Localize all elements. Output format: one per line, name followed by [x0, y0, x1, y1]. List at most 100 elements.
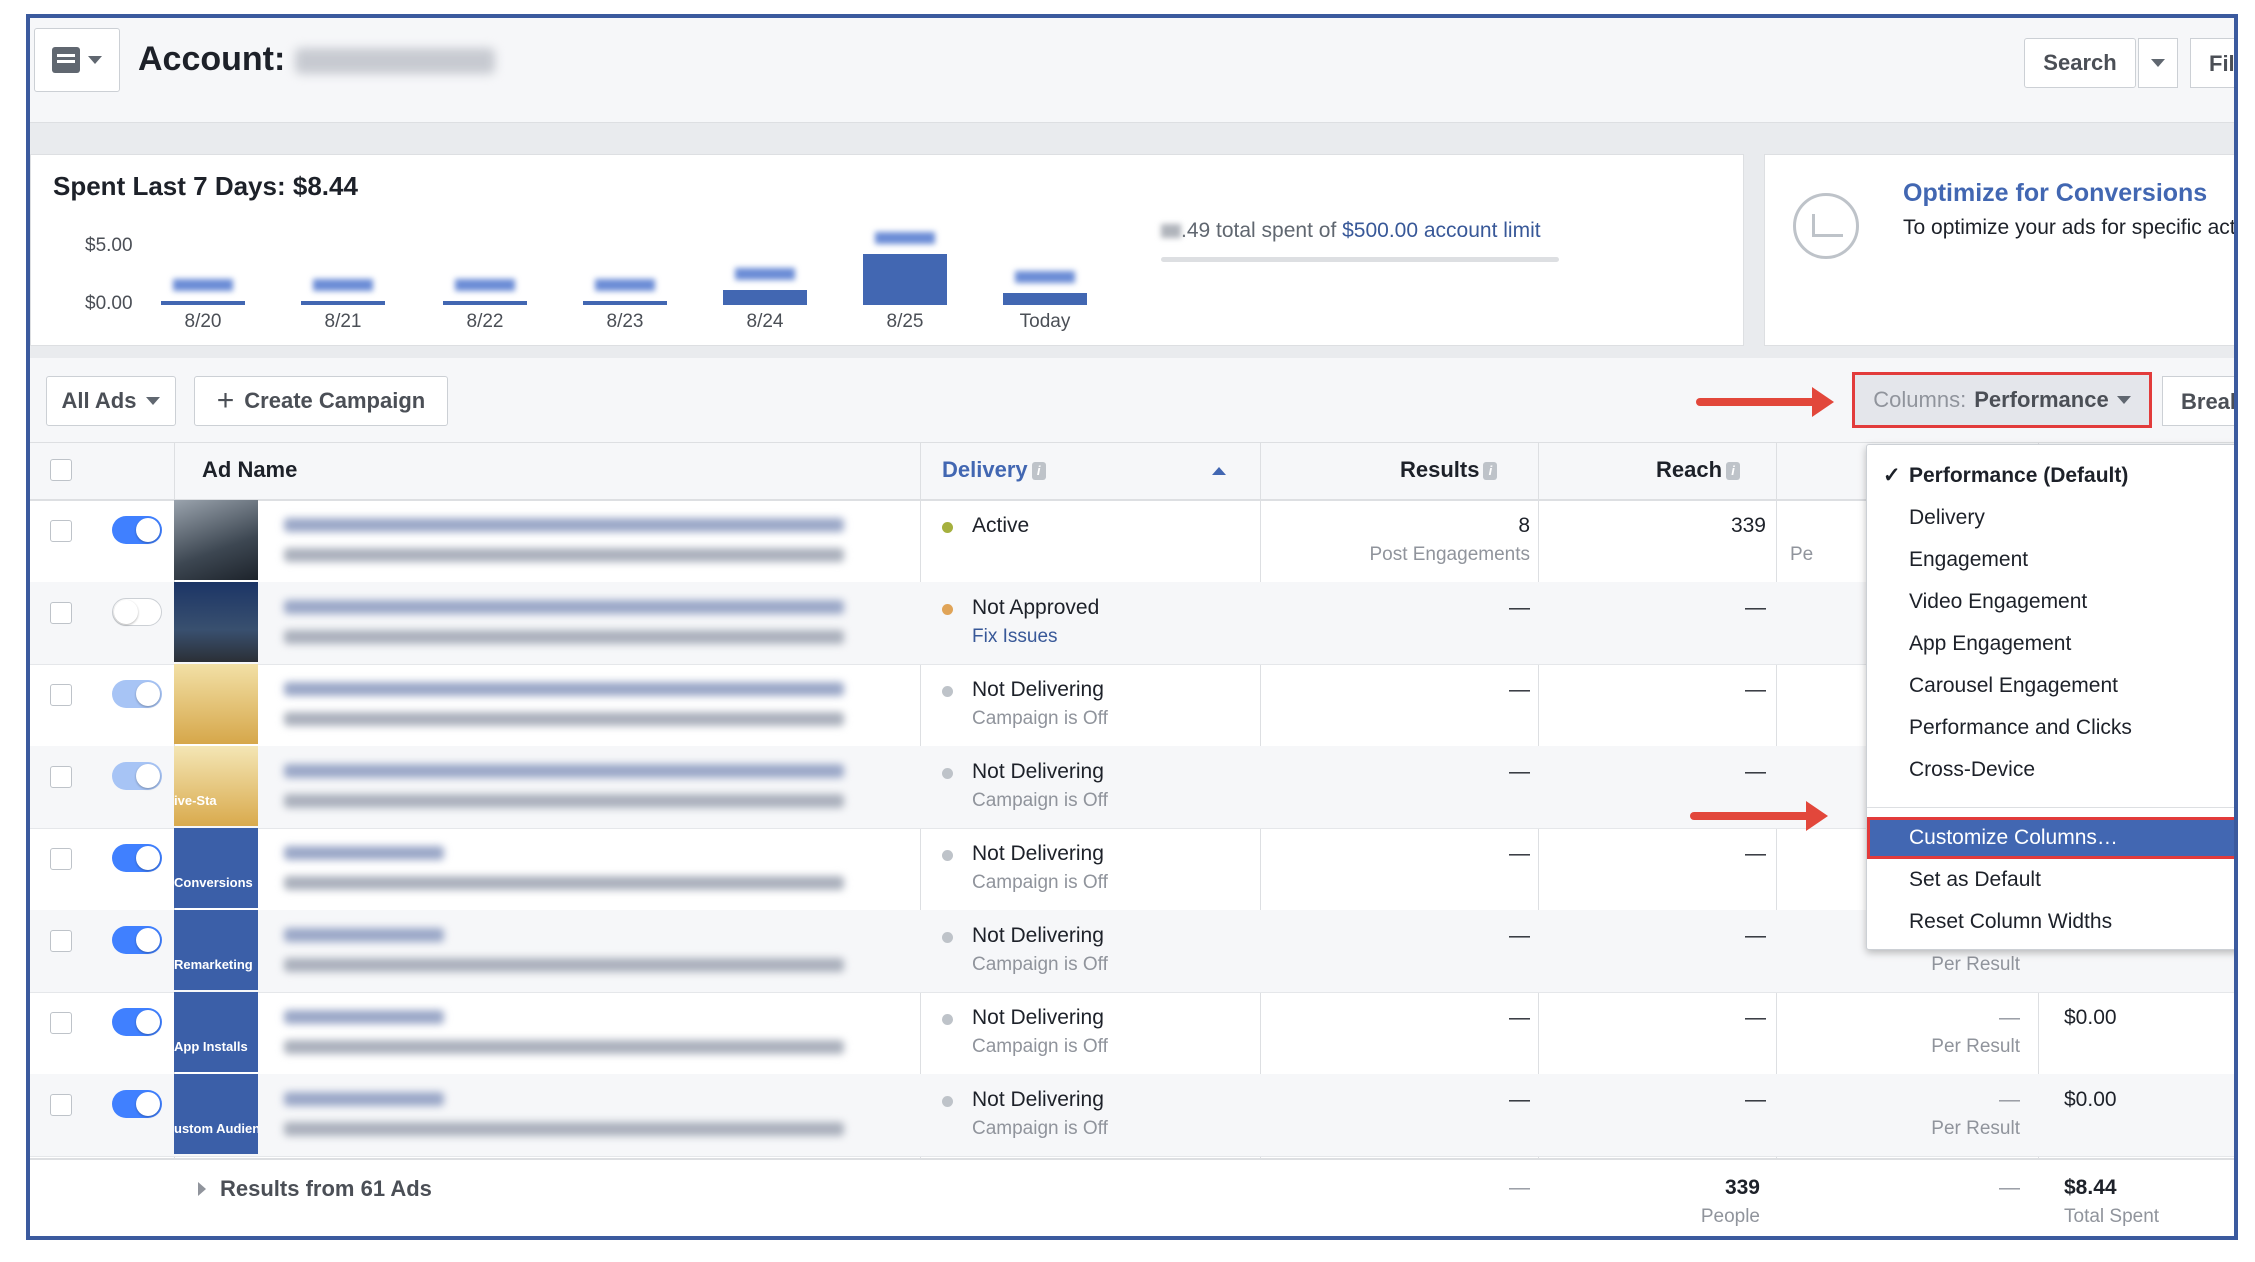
- columns-preset-option[interactable]: Engagement: [1867, 539, 2234, 581]
- sort-ascending-icon[interactable]: [1212, 467, 1226, 475]
- ad-campaign-path-redacted[interactable]: [284, 1040, 844, 1054]
- ad-campaign-path-redacted[interactable]: [284, 1122, 844, 1136]
- info-icon[interactable]: i: [1031, 462, 1046, 481]
- ad-status-toggle[interactable]: [112, 762, 162, 790]
- select-all-checkbox[interactable]: [50, 459, 72, 481]
- account-menu-button[interactable]: [34, 28, 120, 92]
- spend-bar-fill: [583, 301, 667, 305]
- cost-per-result: —: [1999, 1006, 2020, 1029]
- column-header-reach[interactable]: Reach i: [1656, 457, 1741, 483]
- delivery-substatus: Campaign is Off: [972, 790, 1108, 811]
- ad-campaign-path-redacted[interactable]: [284, 712, 844, 726]
- spend-bar-2[interactable]: [443, 155, 527, 335]
- row-checkbox[interactable]: [50, 930, 72, 952]
- delivery-status-dot: [942, 604, 953, 615]
- columns-action-option[interactable]: Set as Default: [1867, 859, 2234, 901]
- delivery-status: Not Delivering: [972, 842, 1104, 865]
- row-checkbox[interactable]: [50, 602, 72, 624]
- row-checkbox[interactable]: [50, 1094, 72, 1116]
- ad-name-redacted[interactable]: [284, 846, 444, 860]
- all-ads-dropdown[interactable]: All Ads: [46, 376, 176, 426]
- option-label: Cross-Device: [1909, 758, 2036, 781]
- results-value: —: [1509, 760, 1530, 783]
- columns-preset-option[interactable]: Delivery: [1867, 497, 2234, 539]
- ad-campaign-path-redacted[interactable]: [284, 794, 844, 808]
- optimize-title[interactable]: Optimize for Conversions: [1903, 179, 2207, 208]
- spend-bar-value-redacted: [1015, 270, 1075, 283]
- ad-status-toggle[interactable]: [112, 680, 162, 708]
- columns-dropdown[interactable]: Columns: Performance: [1852, 372, 2152, 428]
- column-header-delivery[interactable]: Delivery i: [942, 457, 1046, 483]
- spend-x-label: Today: [1019, 311, 1071, 332]
- columns-preset-option[interactable]: Video Engagement: [1867, 581, 2234, 623]
- columns-preset-option[interactable]: Cross-Device: [1867, 749, 2234, 791]
- spend-x-label: 8/20: [184, 311, 222, 332]
- columns-action-option[interactable]: Customize Columns…: [1867, 817, 2234, 859]
- optimize-conversions-card: Optimize for Conversions To optimize you…: [1764, 154, 2234, 346]
- table-row[interactable]: ustom Audience Not Delivering Campaign is …: [30, 1074, 2234, 1157]
- delivery-status: Not Delivering: [972, 924, 1104, 947]
- ad-name-redacted[interactable]: [284, 518, 844, 532]
- row-checkbox[interactable]: [50, 520, 72, 542]
- ad-name-redacted[interactable]: [284, 600, 844, 614]
- ad-status-toggle[interactable]: [112, 598, 162, 626]
- ad-name-redacted[interactable]: [284, 1092, 444, 1106]
- columns-preset-option[interactable]: Carousel Engagement: [1867, 665, 2234, 707]
- breakdown-button[interactable]: Break: [2162, 376, 2234, 426]
- spend-bar-4[interactable]: [723, 155, 807, 335]
- search-dropdown-button[interactable]: [2138, 38, 2178, 88]
- spend-bar-0[interactable]: [161, 155, 245, 335]
- ad-name-redacted[interactable]: [284, 928, 444, 942]
- delivery-status-dot: [942, 686, 953, 697]
- info-icon[interactable]: i: [1483, 462, 1498, 481]
- row-checkbox[interactable]: [50, 684, 72, 706]
- spend-x-label: 8/25: [886, 311, 924, 332]
- ad-campaign-path-redacted[interactable]: [284, 876, 844, 890]
- ad-status-toggle[interactable]: [112, 516, 162, 544]
- spend-x-label: 8/22: [466, 311, 504, 332]
- create-campaign-button[interactable]: + Create Campaign: [194, 376, 448, 426]
- ad-status-toggle[interactable]: [112, 844, 162, 872]
- columns-preset-option[interactable]: Performance and Clicks: [1867, 707, 2234, 749]
- columns-preset-option[interactable]: ✓ Performance (Default): [1867, 455, 2234, 497]
- row-checkbox[interactable]: [50, 848, 72, 870]
- account-name-redacted: [295, 48, 496, 75]
- account-limit-link[interactable]: $500.00 account limit: [1342, 219, 1540, 242]
- spend-bar-value-redacted: [595, 279, 655, 291]
- ad-campaign-path-redacted[interactable]: [284, 630, 844, 644]
- row-checkbox[interactable]: [50, 766, 72, 788]
- all-ads-label: All Ads: [61, 388, 137, 413]
- ad-name-redacted[interactable]: [284, 1010, 444, 1024]
- delivery-status-dot: [942, 1014, 953, 1025]
- column-header-results[interactable]: Results i: [1400, 457, 1498, 483]
- summary-label: Results from 61 Ads: [220, 1176, 432, 1201]
- spend-bar-fill: [723, 289, 807, 305]
- ad-campaign-path-redacted[interactable]: [284, 958, 844, 972]
- ad-status-toggle[interactable]: [112, 1090, 162, 1118]
- delivery-substatus[interactable]: Fix Issues: [972, 626, 1058, 648]
- expand-triangle-icon[interactable]: [198, 1182, 206, 1196]
- ad-status-toggle[interactable]: [112, 1008, 162, 1036]
- ad-campaign-path-redacted[interactable]: [284, 548, 844, 562]
- ad-name-redacted[interactable]: [284, 682, 844, 696]
- filter-button[interactable]: Filt: [2190, 38, 2234, 88]
- table-row[interactable]: App Installs Not Delivering Campaign is Of…: [30, 992, 2234, 1075]
- search-button[interactable]: Search: [2024, 38, 2136, 88]
- spend-bar-5[interactable]: [863, 155, 947, 335]
- ad-status-toggle[interactable]: [112, 926, 162, 954]
- ad-name-redacted[interactable]: [284, 764, 844, 778]
- reach-value: —: [1745, 760, 1766, 783]
- option-label: App Engagement: [1909, 632, 2072, 655]
- columns-preset-option[interactable]: App Engagement: [1867, 623, 2234, 665]
- spend-bar-1[interactable]: [301, 155, 385, 335]
- column-header-ad-name[interactable]: Ad Name: [202, 457, 297, 483]
- info-icon[interactable]: i: [1726, 462, 1741, 481]
- spend-bar-3[interactable]: [583, 155, 667, 335]
- columns-action-option[interactable]: Reset Column Widths: [1867, 901, 2234, 943]
- summary-amount-spent-sub: Total Spent: [2064, 1206, 2160, 1227]
- spend-bar-6[interactable]: [1003, 155, 1087, 335]
- results-value: —: [1509, 924, 1530, 947]
- ad-thumbnail: ustom Audience: [174, 1074, 258, 1154]
- row-checkbox[interactable]: [50, 1012, 72, 1034]
- account-limit-progress: [1161, 257, 1559, 262]
